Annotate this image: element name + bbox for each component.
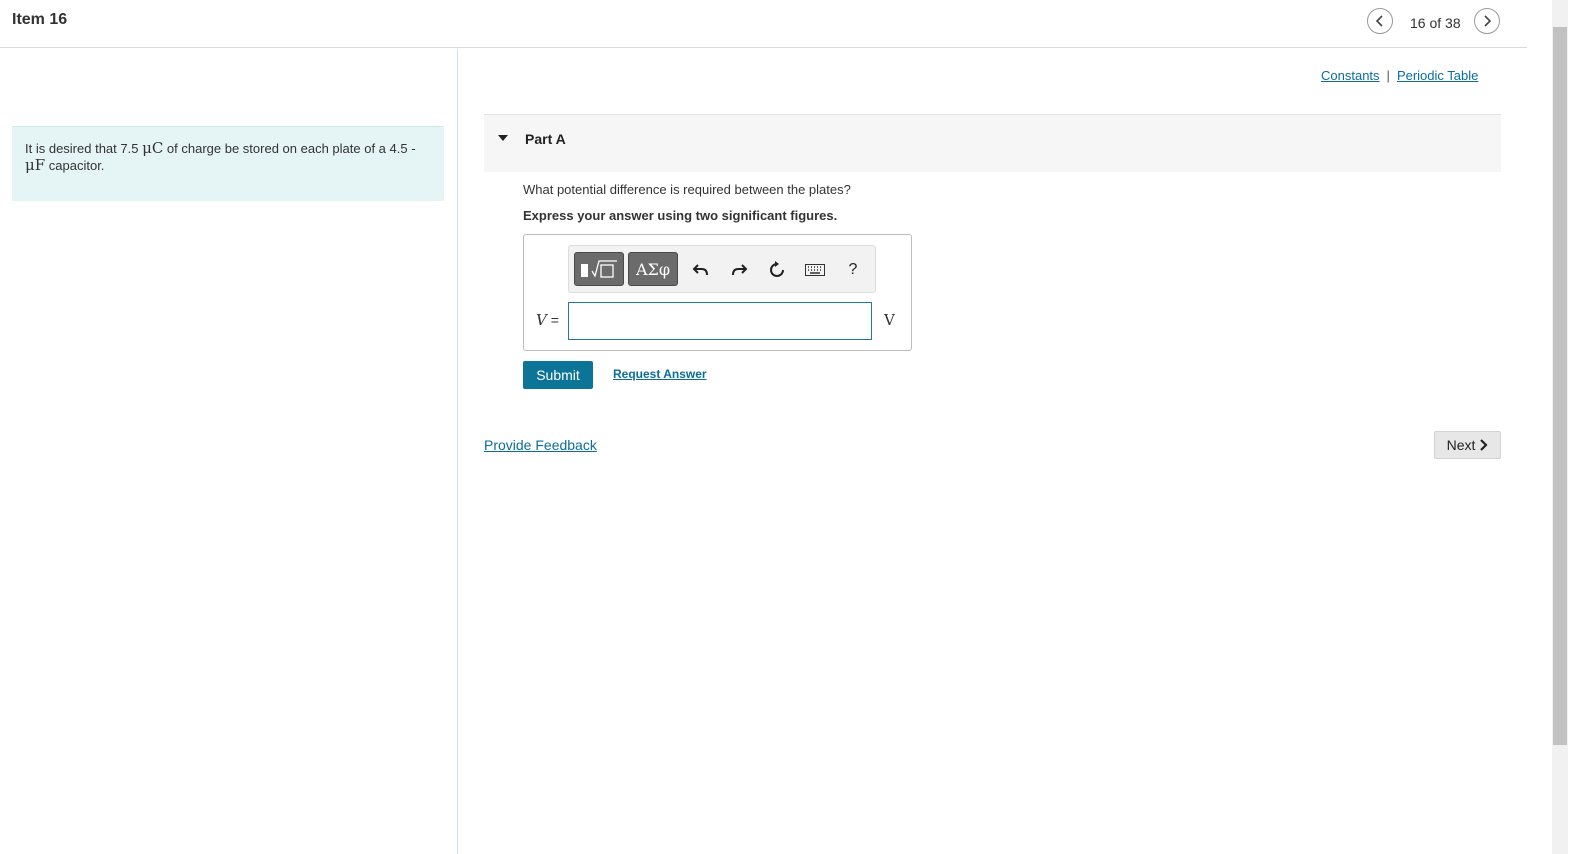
greek-symbols-button[interactable]: ΑΣφ [628,252,678,286]
chevron-right-icon [1484,15,1492,27]
problem-text-1: It is desired that 7.5 [25,141,143,156]
redo-icon [732,264,748,276]
previous-item-button[interactable] [1367,8,1393,34]
answer-unit: V [884,311,895,329]
link-separator: | [1386,68,1390,83]
math-templates-button[interactable] [574,252,624,286]
variable-symbol: V [536,311,547,329]
next-label: Next [1446,437,1476,453]
instruction-text: Express your answer using two significan… [523,208,838,223]
answer-area: ΑΣφ ? V = V [523,234,912,351]
next-item-button[interactable] [1474,8,1500,34]
answer-input[interactable] [568,302,872,340]
resource-links: Constants | Periodic Table [1321,68,1478,83]
provide-feedback-link[interactable]: Provide Feedback [484,437,597,453]
undo-icon [692,264,708,276]
chevron-right-icon [1480,439,1488,451]
next-button[interactable]: Next [1434,431,1501,459]
item-title: Item 16 [12,11,68,28]
math-templates-icon [581,260,617,278]
top-header: Item 16 16 of 38 [0,0,1527,48]
submit-button[interactable]: Submit [523,361,593,389]
math-toolbar: ΑΣφ ? [568,245,876,293]
answer-variable-label: V = [536,311,559,329]
help-button[interactable]: ? [841,259,865,281]
keyboard-button[interactable] [803,259,827,281]
chevron-left-icon [1375,15,1383,27]
redo-button[interactable] [727,259,751,281]
problem-text-3: capacitor. [45,158,105,173]
collapse-caret-icon[interactable] [498,135,508,141]
reset-icon [770,261,784,277]
reset-button[interactable] [765,259,789,281]
undo-button[interactable] [689,259,713,281]
question-text: What potential difference is required be… [523,182,851,197]
part-title: Part A [525,131,566,147]
request-answer-link[interactable]: Request Answer [613,367,707,381]
part-a-header[interactable]: Part A [484,114,1501,172]
item-counter: 16 of 38 [1410,15,1461,31]
equals-sign: = [546,312,559,328]
keyboard-icon [805,264,825,276]
panel-divider [457,49,458,854]
problem-text-2: of charge be stored on each plate of a 4… [163,141,416,156]
problem-statement: It is desired that 7.5 μC of charge be s… [12,126,444,201]
constants-link[interactable]: Constants [1321,68,1380,83]
capacitance-unit: μF [25,156,46,174]
scrollbar-thumb[interactable] [1553,27,1567,745]
charge-unit: μC [142,139,164,157]
periodic-table-link[interactable]: Periodic Table [1397,68,1478,83]
